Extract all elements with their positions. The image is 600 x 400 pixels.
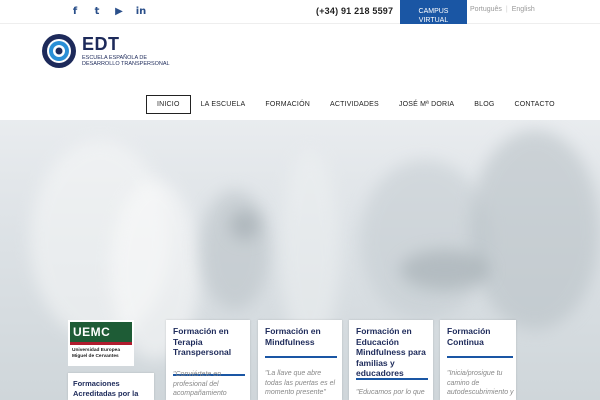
top-bar: f t ▶ in (+34) 91 218 5597 CAMPUS VIRTUA… — [0, 0, 600, 33]
card-quote-continua: "Inicia/prosigue tu camino de autodescub… — [447, 370, 514, 396]
nav-jose-doria[interactable]: JOSÉ Mª DORIA — [389, 95, 464, 114]
nav-contacto[interactable]: CONTACTO — [505, 95, 565, 114]
linkedin-icon[interactable]: in — [136, 5, 147, 17]
edt-logo-icon[interactable] — [40, 32, 78, 70]
language-switcher: Português | English — [470, 6, 535, 13]
facebook-icon[interactable]: f — [70, 5, 80, 17]
card-title: Formación Continua — [447, 326, 491, 347]
lang-english[interactable]: English — [512, 6, 535, 13]
main-nav: INICIO LA ESCUELA FORMACIÓN ACTIVIDADES … — [146, 95, 565, 114]
logo-sub-line2: DESARROLLO TRANSPERSONAL — [82, 61, 170, 67]
hero-figure-shape — [230, 210, 260, 240]
hero-figure-shape — [200, 190, 270, 310]
hero-ground-shape — [400, 250, 490, 290]
uemc-name-line1: Universidad Europea — [72, 348, 120, 353]
nav-inicio[interactable]: INICIO — [146, 95, 191, 114]
uemc-logo-text: UEMC — [70, 322, 132, 342]
uemc-logo[interactable]: UEMC Universidad Europea Miguel de Cerva… — [68, 320, 134, 366]
site-header: EDT ESCUELA ESPAÑOLA DE DESARROLLO TRANS… — [0, 24, 600, 120]
card-quote-educacion: "Educamos por lo que — [356, 389, 425, 396]
card-divider — [265, 356, 337, 358]
nav-la-escuela[interactable]: LA ESCUELA — [191, 95, 256, 114]
logo-title[interactable]: EDT — [82, 34, 120, 55]
card-title: Formación en Terapia Transpersonal — [173, 326, 232, 357]
campus-line1: CAMPUS — [418, 8, 449, 15]
card-divider — [356, 378, 428, 380]
nav-blog[interactable]: BLOG — [464, 95, 504, 114]
lang-separator: | — [505, 6, 508, 13]
twitter-icon[interactable]: t — [92, 5, 102, 17]
social-links: f t ▶ in — [70, 5, 146, 17]
card-quote-terapia: "Conviértete en profesional del acompaña… — [173, 371, 227, 397]
card-divider — [447, 356, 513, 358]
youtube-icon[interactable]: ▶ — [114, 5, 124, 17]
acreditadas-box[interactable]: Formaciones Acreditadas por la UEMC — [68, 373, 154, 400]
card-title: Formación en Mindfulness — [265, 326, 321, 347]
nav-actividades[interactable]: ACTIVIDADES — [320, 95, 389, 114]
uemc-logo-stripe — [70, 342, 132, 345]
card-title: Formación en Educación Mindfulness para … — [356, 326, 426, 378]
logo-subtitle: ESCUELA ESPAÑOLA DE DESARROLLO TRANSPERS… — [82, 55, 192, 67]
lang-portuguese[interactable]: Português — [470, 6, 502, 13]
phone-number[interactable]: (+34) 91 218 5597 — [316, 6, 393, 16]
card-quote-mindfulness: "La llave que abre todas las puertas es … — [265, 370, 336, 396]
nav-formacion[interactable]: FORMACIÓN — [255, 95, 320, 114]
hero-tree-shape — [470, 130, 600, 330]
uemc-name-line2: Miguel de Cervantes — [72, 354, 119, 359]
